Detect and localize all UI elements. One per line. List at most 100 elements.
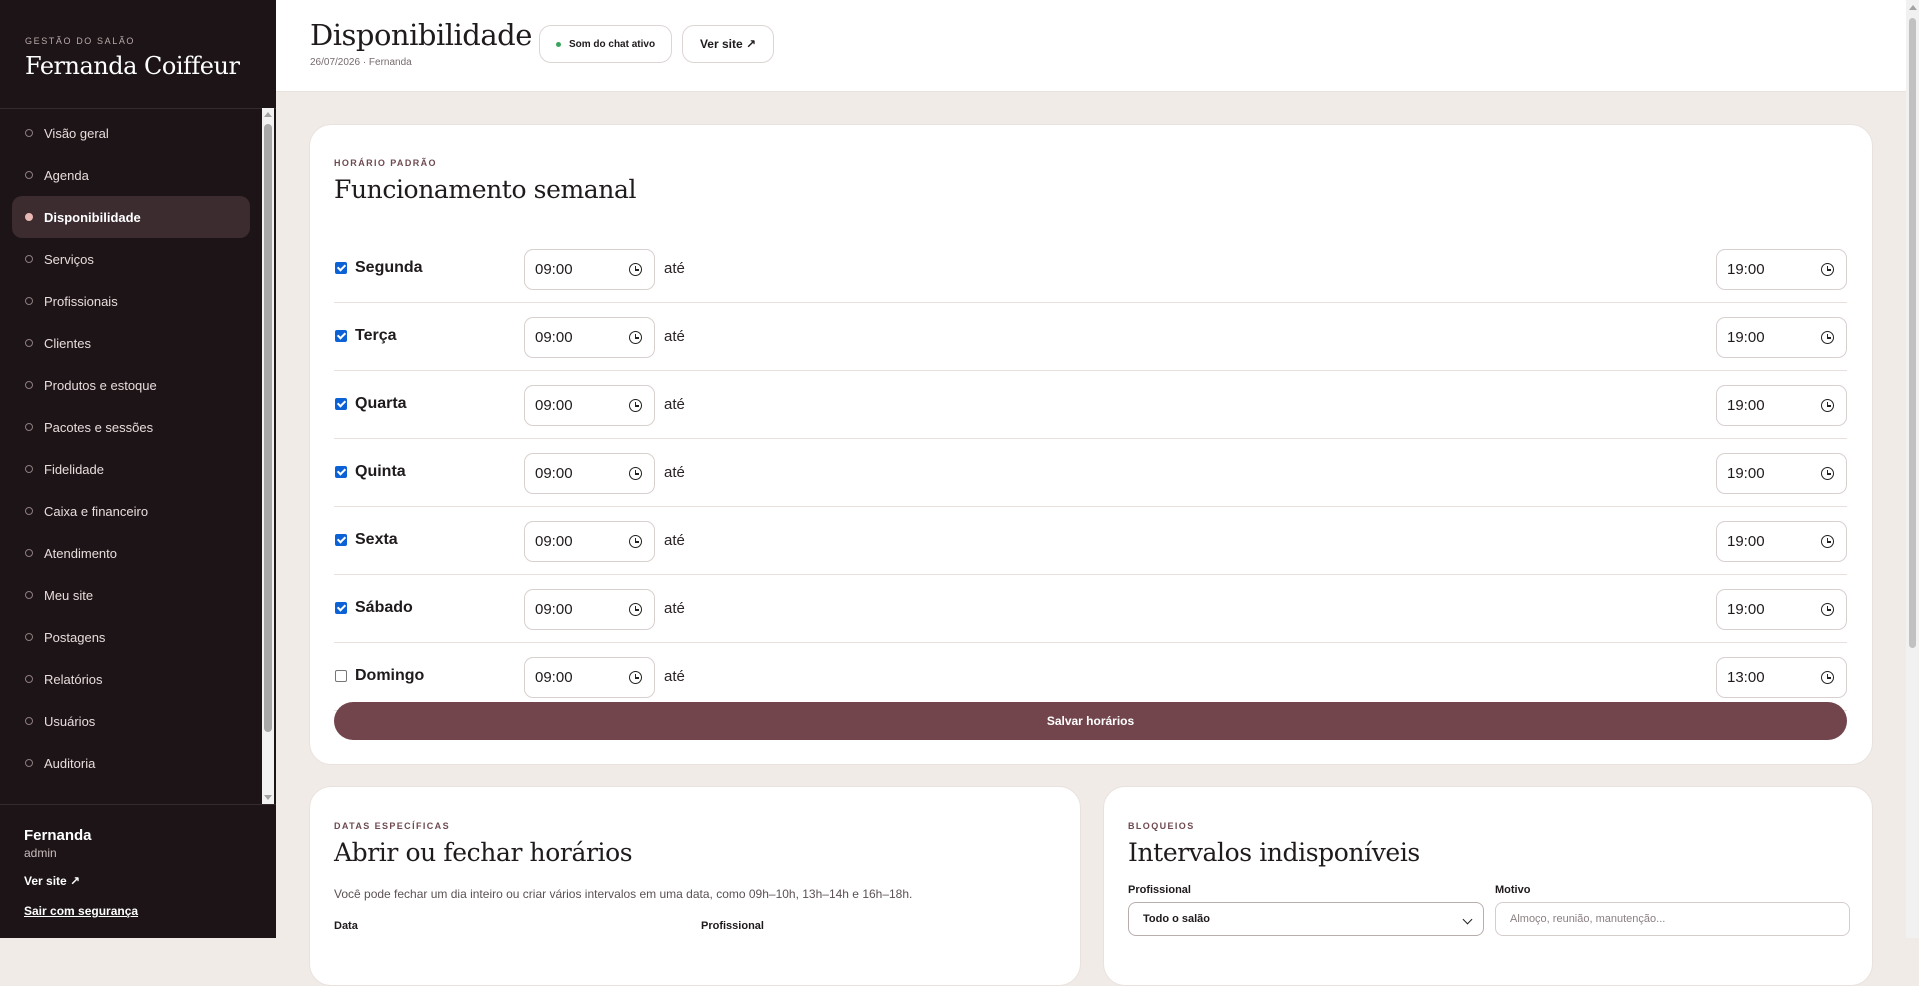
clock-icon[interactable]	[629, 671, 642, 684]
start-time-input[interactable]: 09:00	[524, 657, 655, 698]
day-name: Terça	[355, 327, 397, 344]
end-time-input[interactable]: 19:00	[1716, 385, 1847, 426]
weekday-row: Domingo 09:00 até 13:00	[334, 643, 1847, 711]
clock-icon[interactable]	[1821, 671, 1834, 684]
day-enabled-checkbox[interactable]	[335, 466, 347, 478]
start-time-value: 09:00	[535, 669, 573, 686]
sidebar-item-meu-site[interactable]: Meu site	[12, 574, 250, 616]
start-time-input[interactable]: 09:00	[524, 385, 655, 426]
clock-icon[interactable]	[629, 603, 642, 616]
brand-eyebrow: GESTÃO DO SALÃO	[25, 36, 136, 46]
professional-select[interactable]: Todo o salão	[1128, 902, 1484, 936]
sidebar-item-relatorios[interactable]: Relatórios	[12, 658, 250, 700]
day-enabled-checkbox[interactable]	[335, 398, 347, 410]
start-time-value: 09:00	[535, 397, 573, 414]
user-panel: Fernanda admin Ver site ↗ Sair com segur…	[24, 827, 138, 918]
end-time-value: 19:00	[1727, 533, 1765, 550]
clock-icon[interactable]	[1821, 467, 1834, 480]
clock-icon[interactable]	[1821, 263, 1834, 276]
sidebar-divider-bottom	[0, 804, 276, 805]
start-time-value: 09:00	[535, 533, 573, 550]
circle-bullet-icon	[25, 633, 33, 641]
view-site-button[interactable]: Ver site ↗	[682, 25, 774, 63]
day-enabled-checkbox[interactable]	[335, 330, 347, 342]
clock-icon[interactable]	[629, 467, 642, 480]
day-enabled-checkbox[interactable]	[335, 262, 347, 274]
page-scrollbar-thumb[interactable]	[1909, 18, 1916, 648]
start-time-input[interactable]: 09:00	[524, 453, 655, 494]
sidebar-item-produtos-e-estoque[interactable]: Produtos e estoque	[12, 364, 250, 406]
scroll-up-arrow-icon[interactable]	[1909, 5, 1917, 10]
logout-link[interactable]: Sair com segurança	[24, 904, 138, 918]
sidebar-item-label: Relatórios	[44, 671, 103, 687]
sidebar-item-clientes[interactable]: Clientes	[12, 322, 250, 364]
date-label: Data	[334, 920, 358, 932]
sidebar-item-atendimento[interactable]: Atendimento	[12, 532, 250, 574]
weekday-rows: Segunda 09:00 até 19:00 Terça 09:00 até 19:00 Qu…	[334, 235, 1847, 711]
sidebar-item-agenda[interactable]: Agenda	[12, 154, 250, 196]
weekday-row: Sábado 09:00 até 19:00	[334, 575, 1847, 643]
circle-bullet-icon	[25, 675, 33, 683]
end-time-input[interactable]: 13:00	[1716, 657, 1847, 698]
chat-sound-label: Som do chat ativo	[568, 38, 656, 50]
range-separator: até	[664, 328, 685, 345]
start-time-input[interactable]: 09:00	[524, 521, 655, 562]
clock-icon[interactable]	[629, 331, 642, 344]
clock-icon[interactable]	[629, 263, 642, 276]
end-time-input[interactable]: 19:00	[1716, 317, 1847, 358]
end-time-input[interactable]: 19:00	[1716, 453, 1847, 494]
circle-bullet-icon	[25, 507, 33, 515]
blocks-title: Intervalos indisponíveis	[1128, 838, 1420, 867]
sidebar-scrollbar[interactable]	[262, 108, 274, 804]
start-time-input[interactable]: 09:00	[524, 317, 655, 358]
day-enabled-checkbox[interactable]	[335, 602, 347, 614]
view-site-link[interactable]: Ver site ↗	[24, 874, 138, 888]
weekly-title: Funcionamento semanal	[334, 175, 637, 204]
reason-input[interactable]: Almoço, reunião, manutenção...	[1495, 902, 1850, 936]
sidebar-item-pacotes-e-sessoes[interactable]: Pacotes e sessões	[12, 406, 250, 448]
brand-name[interactable]: Fernanda Coiffeur	[25, 52, 266, 80]
sidebar-item-visao-geral[interactable]: Visão geral	[12, 112, 250, 154]
sidebar-item-caixa-e-financeiro[interactable]: Caixa e financeiro	[12, 490, 250, 532]
end-time-input[interactable]: 19:00	[1716, 589, 1847, 630]
end-time-value: 19:00	[1727, 329, 1765, 346]
end-time-input[interactable]: 19:00	[1716, 249, 1847, 290]
page-scrollbar[interactable]	[1906, 0, 1919, 938]
page-subtitle: 26/07/2026 · Fernanda	[310, 57, 412, 68]
scrollbar-thumb[interactable]	[264, 124, 272, 732]
clock-icon[interactable]	[629, 535, 642, 548]
clock-icon[interactable]	[1821, 535, 1834, 548]
day-enabled-checkbox[interactable]	[335, 534, 347, 546]
clock-icon[interactable]	[1821, 331, 1834, 344]
sidebar-item-label: Agenda	[44, 167, 89, 183]
sidebar-item-postagens[interactable]: Postagens	[12, 616, 250, 658]
blocks-professional-label: Profissional	[1128, 884, 1191, 896]
sidebar-nav: Visão geral Agenda Disponibilidade Serviços…	[12, 108, 250, 804]
sidebar-item-servicos[interactable]: Serviços	[12, 238, 250, 280]
sidebar-item-auditoria[interactable]: Auditoria	[12, 742, 250, 784]
save-hours-button[interactable]: Salvar horários	[334, 702, 1847, 740]
scroll-up-arrow-icon[interactable]	[264, 112, 272, 117]
range-separator: até	[664, 396, 685, 413]
clock-icon[interactable]	[1821, 399, 1834, 412]
range-separator: até	[664, 464, 685, 481]
clock-icon[interactable]	[629, 399, 642, 412]
day-enabled-checkbox[interactable]	[335, 670, 347, 682]
end-time-input[interactable]: 19:00	[1716, 521, 1847, 562]
circle-bullet-icon	[25, 339, 33, 347]
start-time-value: 09:00	[535, 601, 573, 618]
circle-bullet-icon	[25, 297, 33, 305]
circle-bullet-icon	[25, 171, 33, 179]
sidebar-item-fidelidade[interactable]: Fidelidade	[12, 448, 250, 490]
sidebar-item-profissionais[interactable]: Profissionais	[12, 280, 250, 322]
start-time-input[interactable]: 09:00	[524, 589, 655, 630]
weekly-hours-card: HORÁRIO PADRÃO Funcionamento semanal Seg…	[309, 124, 1873, 765]
user-name: Fernanda	[24, 827, 92, 844]
weekly-eyebrow: HORÁRIO PADRÃO	[334, 158, 437, 168]
sidebar-item-disponibilidade[interactable]: Disponibilidade	[12, 196, 250, 238]
clock-icon[interactable]	[1821, 603, 1834, 616]
sidebar-item-usuarios[interactable]: Usuários	[12, 700, 250, 742]
chat-sound-toggle[interactable]: Som do chat ativo	[539, 25, 672, 63]
scroll-down-arrow-icon[interactable]	[264, 795, 272, 800]
start-time-input[interactable]: 09:00	[524, 249, 655, 290]
